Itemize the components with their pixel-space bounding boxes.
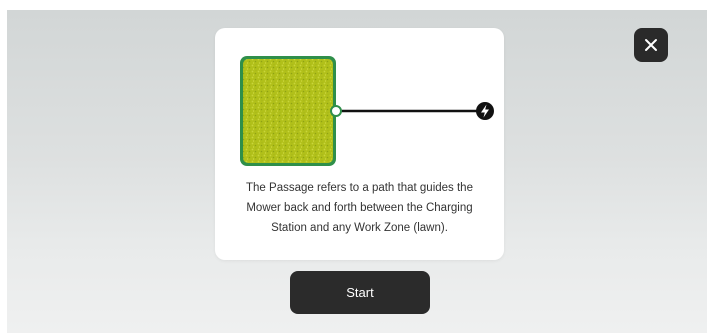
passage-diagram [240, 56, 494, 166]
close-icon [645, 39, 657, 51]
passage-intro-screen: The Passage refers to a path that guides… [7, 10, 707, 333]
passage-description: The Passage refers to a path that guides… [246, 182, 473, 234]
work-zone-lawn [240, 56, 336, 166]
close-button[interactable] [634, 28, 668, 62]
passage-info-card: The Passage refers to a path that guides… [215, 28, 504, 260]
passage-start-point [330, 105, 342, 117]
charging-station-icon [476, 102, 494, 120]
start-button[interactable]: Start [290, 271, 430, 314]
